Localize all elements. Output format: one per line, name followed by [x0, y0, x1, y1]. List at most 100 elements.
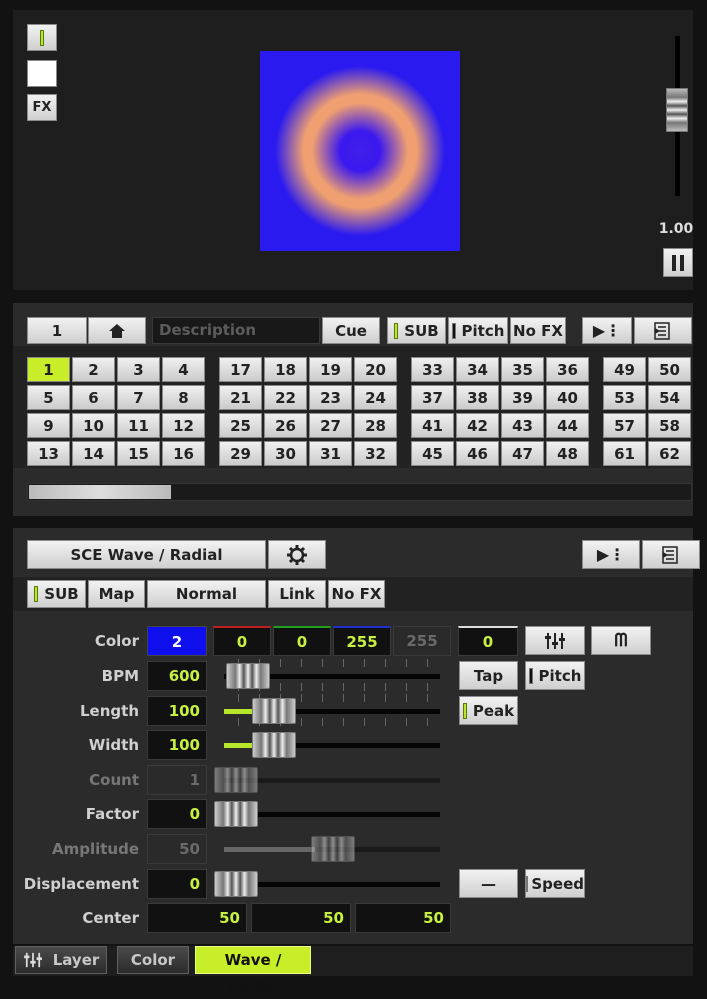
cue-slot-button[interactable]: 46: [456, 441, 499, 466]
cue-slot-button[interactable]: 4: [162, 357, 205, 382]
width-slider-knob[interactable]: [252, 732, 296, 758]
cue-slot-button[interactable]: 7: [117, 385, 160, 410]
cue-slot-button[interactable]: 54: [648, 385, 691, 410]
cue-slot-button[interactable]: 29: [219, 441, 262, 466]
scrollbar-thumb[interactable]: [29, 485, 171, 499]
count-value-field[interactable]: 1: [147, 765, 207, 795]
color-alpha-field[interactable]: 255: [393, 626, 451, 656]
effect-play-list-button[interactable]: ▶⋮: [582, 540, 640, 569]
color-index-field[interactable]: 2: [147, 626, 207, 656]
cue-slot-button[interactable]: 28: [354, 413, 397, 438]
cue-slot-button[interactable]: 38: [456, 385, 499, 410]
cue-scrollbar[interactable]: [27, 483, 692, 501]
color-mixer-button[interactable]: [525, 626, 585, 655]
cue-slot-button[interactable]: 47: [501, 441, 544, 466]
speed-button[interactable]: Speed: [525, 869, 585, 898]
cue-slot-button[interactable]: 35: [501, 357, 544, 382]
displacement-slider-knob[interactable]: [214, 871, 258, 897]
count-slider-knob[interactable]: [214, 767, 258, 793]
nofx-button[interactable]: No FX: [510, 317, 566, 344]
map-button[interactable]: Map: [88, 580, 145, 608]
cue-slot-button[interactable]: 14: [72, 441, 115, 466]
cue-slot-button[interactable]: 21: [219, 385, 262, 410]
cue-slot-button[interactable]: 25: [219, 413, 262, 438]
color-blue-field[interactable]: 255: [333, 626, 391, 656]
peak-button[interactable]: Peak: [459, 696, 518, 725]
cue-slot-button[interactable]: 41: [411, 413, 454, 438]
length-value-field[interactable]: 100: [147, 696, 207, 726]
cue-slot-button[interactable]: 30: [264, 441, 307, 466]
displacement-value-field[interactable]: 0: [147, 869, 207, 899]
cue-slot-button[interactable]: 58: [648, 413, 691, 438]
cue-slot-button[interactable]: 5: [27, 385, 70, 410]
effect-sub-button[interactable]: SUB: [27, 580, 86, 608]
cue-slot-button[interactable]: 48: [546, 441, 589, 466]
cue-slot-button[interactable]: 12: [162, 413, 205, 438]
color-green-field[interactable]: 0: [273, 626, 331, 656]
factor-slider-knob[interactable]: [214, 801, 258, 827]
pause-button[interactable]: [663, 248, 693, 277]
effect-settings-button[interactable]: [268, 540, 326, 569]
tap-button[interactable]: Tap: [459, 661, 518, 690]
cue-slot-button[interactable]: 15: [117, 441, 160, 466]
cue-slot-button[interactable]: 37: [411, 385, 454, 410]
amplitude-value-field[interactable]: 50: [147, 834, 207, 864]
cue-slot-button[interactable]: 16: [162, 441, 205, 466]
effect-list-edit-button[interactable]: [642, 540, 700, 569]
color-red-field[interactable]: 0: [213, 626, 271, 656]
link-button[interactable]: Link: [268, 580, 326, 608]
bpm-slider-knob[interactable]: [226, 663, 270, 689]
cue-slot-button[interactable]: 3: [117, 357, 160, 382]
cue-slot-button[interactable]: 34: [456, 357, 499, 382]
color-white-field[interactable]: 0: [458, 626, 518, 656]
cue-slot-button[interactable]: 44: [546, 413, 589, 438]
cue-slot-button[interactable]: 1: [27, 357, 70, 382]
cue-slot-button[interactable]: 43: [501, 413, 544, 438]
cue-number-button[interactable]: 1: [27, 317, 87, 344]
bpm-value-field[interactable]: 600: [147, 661, 207, 691]
home-button[interactable]: [88, 317, 146, 344]
cue-slot-button[interactable]: 26: [264, 413, 307, 438]
fader-knob[interactable]: [666, 88, 688, 132]
cue-slot-button[interactable]: 57: [603, 413, 646, 438]
cue-slot-button[interactable]: 45: [411, 441, 454, 466]
cue-slot-button[interactable]: 50: [648, 357, 691, 382]
blend-mode-select[interactable]: Normal: [147, 580, 266, 608]
sub-button[interactable]: SUB: [387, 317, 446, 344]
cue-slot-button[interactable]: 8: [162, 385, 205, 410]
amplitude-slider-knob[interactable]: [311, 836, 355, 862]
cue-slot-button[interactable]: 22: [264, 385, 307, 410]
cue-slot-button[interactable]: 53: [603, 385, 646, 410]
cue-slot-button[interactable]: 2: [72, 357, 115, 382]
cue-slot-button[interactable]: 6: [72, 385, 115, 410]
cue-slot-button[interactable]: 36: [546, 357, 589, 382]
cue-slot-button[interactable]: 27: [309, 413, 352, 438]
fx-button[interactable]: FX: [27, 94, 57, 121]
tab-color[interactable]: Color: [117, 946, 189, 974]
description-input[interactable]: Description: [152, 317, 320, 344]
cue-slot-button[interactable]: 13: [27, 441, 70, 466]
cue-slot-button[interactable]: 49: [603, 357, 646, 382]
cue-slot-button[interactable]: 18: [264, 357, 307, 382]
cue-button[interactable]: Cue: [322, 317, 380, 344]
center-x-field[interactable]: 50: [147, 903, 247, 933]
cue-slot-button[interactable]: 23: [309, 385, 352, 410]
cue-slot-button[interactable]: 33: [411, 357, 454, 382]
cue-slot-button[interactable]: 19: [309, 357, 352, 382]
width-value-field[interactable]: 100: [147, 730, 207, 760]
effect-nofx-button[interactable]: No FX: [328, 580, 385, 608]
displacement-dash-button[interactable]: —: [459, 869, 518, 898]
cue-slot-button[interactable]: 40: [546, 385, 589, 410]
cue-slot-button[interactable]: 9: [27, 413, 70, 438]
color-swatch[interactable]: [27, 60, 57, 87]
cue-slot-button[interactable]: 20: [354, 357, 397, 382]
cue-slot-button[interactable]: 17: [219, 357, 262, 382]
tab-layer[interactable]: Layer: [15, 946, 107, 974]
cue-slot-button[interactable]: 61: [603, 441, 646, 466]
cue-slot-button[interactable]: 39: [501, 385, 544, 410]
cue-slot-button[interactable]: 24: [354, 385, 397, 410]
length-slider-knob[interactable]: [252, 698, 296, 724]
play-list-button[interactable]: ▶⋮: [582, 317, 632, 344]
cue-slot-button[interactable]: 32: [354, 441, 397, 466]
layer-toggle-button[interactable]: [27, 24, 57, 51]
